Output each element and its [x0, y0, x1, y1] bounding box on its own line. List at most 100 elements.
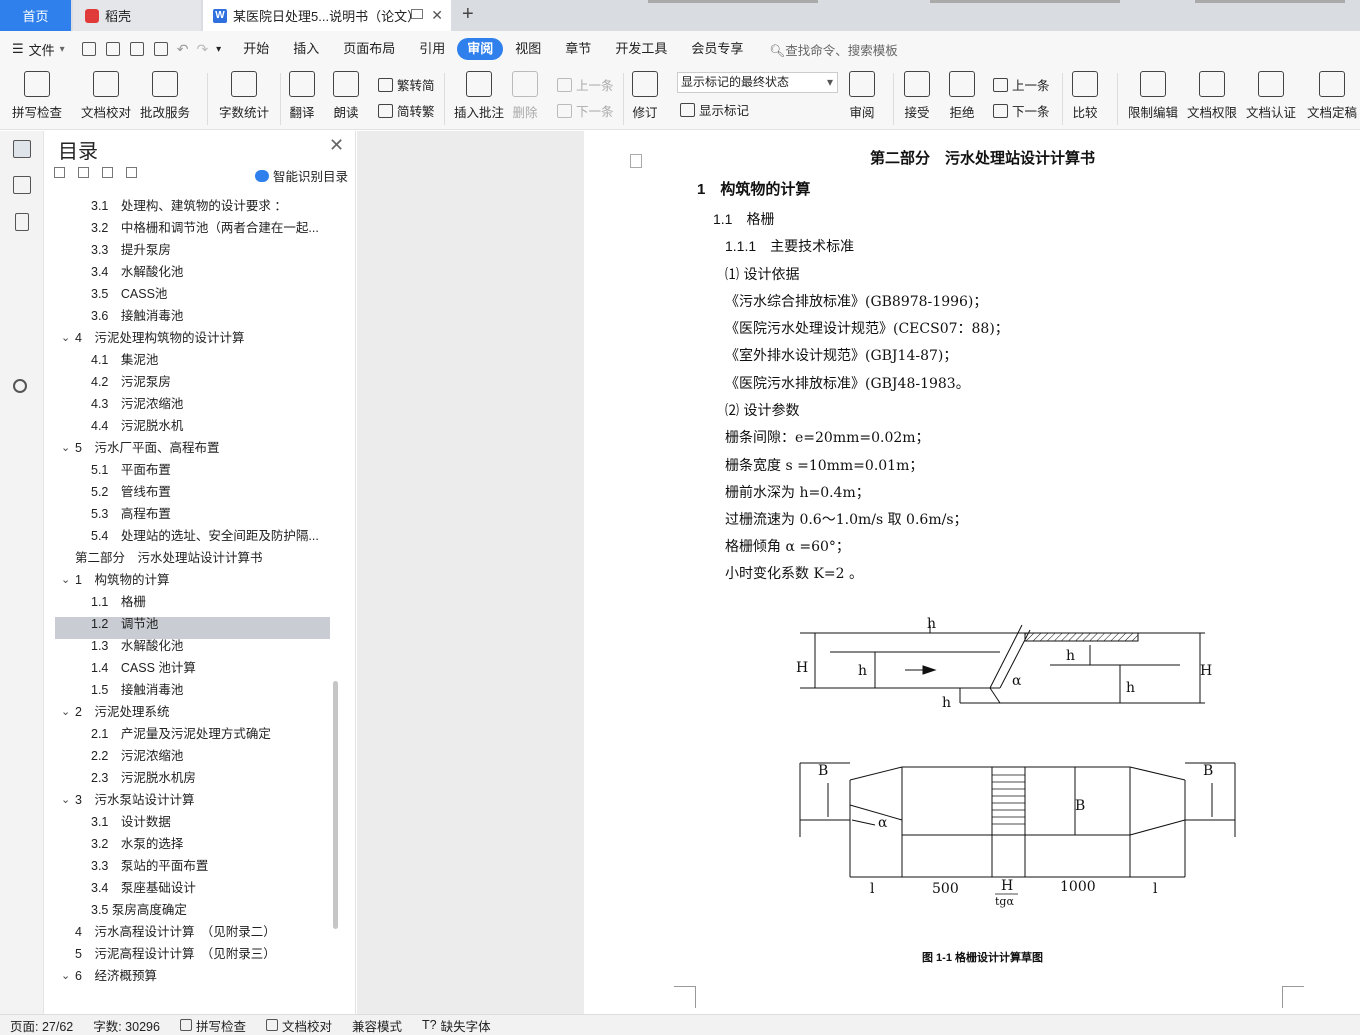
reject-button[interactable]: 拒绝 — [949, 71, 975, 121]
redo-icon[interactable]: ↷ — [196, 41, 208, 58]
chevron-down-icon[interactable]: ⌄ — [61, 789, 71, 811]
compat-mode[interactable]: 兼容模式 — [342, 1016, 412, 1035]
bookmark-icon[interactable] — [15, 213, 29, 231]
toc-item[interactable]: 5 污水厂平面、高程布置 — [75, 437, 305, 459]
expand-up-icon[interactable] — [78, 167, 89, 178]
search-icon[interactable] — [13, 379, 27, 393]
toc-item[interactable]: 3.2 水泵的选择 — [91, 833, 321, 855]
chevron-down-icon[interactable]: ⌄ — [61, 437, 71, 459]
prev-comment-button[interactable]: 上一条 — [557, 75, 614, 94]
tab-daoke[interactable]: 稻壳 — [73, 0, 201, 31]
toc-scrollbar[interactable] — [333, 681, 338, 929]
print-preview-icon[interactable] — [153, 42, 168, 56]
doc-proof-button[interactable]: 文档校对 — [81, 71, 131, 121]
add-heading-icon[interactable] — [102, 167, 113, 178]
doc-certify-button[interactable]: 文档认证 — [1246, 71, 1296, 121]
doc-finalize-button[interactable]: 文档定稿 — [1307, 71, 1357, 121]
toc-item[interactable]: 2.2 污泥浓缩池 — [91, 745, 321, 767]
toc-item[interactable]: 2.1 产泥量及污泥处理方式确定 — [91, 723, 321, 745]
insert-comment-button[interactable]: 插入批注 — [454, 71, 504, 121]
doc-proof-status[interactable]: 文档校对 — [256, 1016, 342, 1035]
toc-item[interactable]: 1.1 格栅 — [91, 591, 321, 613]
chevron-down-icon[interactable]: ⌄ — [61, 569, 71, 591]
toc-item[interactable]: 3.5 CASS池 — [91, 283, 321, 305]
remove-heading-icon[interactable] — [126, 167, 137, 178]
next-comment-button[interactable]: 下一条 — [557, 101, 614, 120]
revise-button[interactable]: 修订 — [632, 71, 658, 121]
toc-item[interactable]: 1.4 CASS 池计算 — [91, 657, 321, 679]
tab-page-layout[interactable]: 页面布局 — [331, 38, 407, 60]
toc-item[interactable]: 2 污泥处理系统 — [75, 701, 305, 723]
doc-options-icon[interactable] — [630, 154, 642, 168]
translate-button[interactable]: 翻译 — [289, 71, 315, 121]
tab-document[interactable]: W 某医院日处理5...说明书（论文） ✕ — [203, 0, 451, 31]
new-tab-plus-icon[interactable]: + — [462, 3, 474, 26]
tab-start[interactable]: 开始 — [231, 38, 281, 60]
toc-item[interactable]: 4.4 污泥脱水机 — [91, 415, 321, 437]
tab-developer[interactable]: 开发工具 — [603, 38, 679, 60]
toc-item[interactable]: 4 污水高程设计计算 （见附录二） — [75, 921, 305, 943]
export-pdf-icon[interactable] — [105, 42, 120, 56]
review-pane-button[interactable]: 审阅 — [849, 71, 875, 121]
toc-item[interactable]: 2.3 污泥脱水机房 — [91, 767, 321, 789]
save-icon[interactable] — [81, 42, 96, 56]
toc-item[interactable]: 3.4 泵座基础设计 — [91, 877, 321, 899]
toc-item[interactable]: 3.3 泵站的平面布置 — [91, 855, 321, 877]
monitor-icon[interactable] — [411, 9, 423, 19]
toc-item[interactable]: 5 污泥高程设计计算 （见附录三） — [75, 943, 305, 965]
next-change-button[interactable]: 下一条 — [993, 101, 1050, 120]
toc-item[interactable]: 6 经济概预算 — [75, 965, 305, 987]
toc-item[interactable]: 3.2 中格栅和调节池（两者合建在一起... — [91, 217, 321, 239]
collapse-all-icon[interactable] — [54, 167, 65, 178]
toc-item[interactable]: 第二部分 污水处理站设计计算书 — [75, 547, 305, 569]
toc-item[interactable]: 4.2 污泥泵房 — [91, 371, 321, 393]
tab-insert[interactable]: 插入 — [281, 38, 331, 60]
accept-button[interactable]: 接受 — [904, 71, 930, 121]
toc-item[interactable]: 3.1 设计数据 — [91, 811, 321, 833]
toc-item[interactable]: 1.2 调节池 — [91, 613, 321, 635]
smart-toc-button[interactable]: 智能识别目录 — [255, 166, 348, 185]
close-icon[interactable]: ✕ — [431, 7, 443, 24]
doc-permission-button[interactable]: 文档权限 — [1187, 71, 1237, 121]
correction-service-button[interactable]: 批改服务 — [140, 71, 190, 121]
toc-panel-icon[interactable] — [13, 140, 31, 158]
word-count-button[interactable]: 字数统计 — [219, 71, 269, 121]
markup-state-select[interactable]: 显示标记的最终状态 — [677, 72, 838, 93]
tab-review[interactable]: 审阅 — [457, 38, 504, 60]
toc-item[interactable]: 5.3 高程布置 — [91, 503, 321, 525]
toc-item[interactable]: 1.5 接触消毒池 — [91, 679, 321, 701]
read-aloud-button[interactable]: 朗读 — [333, 71, 359, 121]
toc-item[interactable]: 3.1 处理构、建筑物的设计要求 ： — [91, 195, 321, 217]
toc-item[interactable]: 5.2 管线布置 — [91, 481, 321, 503]
tab-chapter[interactable]: 章节 — [553, 38, 603, 60]
undo-icon[interactable]: ↶ — [177, 41, 189, 58]
simp-to-trad-button[interactable]: 简转繁 — [378, 101, 435, 120]
tab-member[interactable]: 会员专享 — [679, 38, 755, 60]
restrict-edit-button[interactable]: 限制编辑 — [1128, 71, 1178, 121]
spell-check-button[interactable]: 拼写检查 — [12, 71, 62, 121]
toc-item[interactable]: 1 构筑物的计算 — [75, 569, 305, 591]
page-indicator[interactable]: 页面: 27/62 — [0, 1016, 83, 1035]
prev-change-button[interactable]: 上一条 — [993, 75, 1050, 94]
missing-font[interactable]: T? 缺失字体 — [412, 1016, 501, 1035]
spell-check-status[interactable]: 拼写检查 — [170, 1016, 256, 1035]
toc-item[interactable]: 3.6 接触消毒池 — [91, 305, 321, 327]
toc-item[interactable]: 1.3 水解酸化池 — [91, 635, 321, 657]
toc-item[interactable]: 3 污水泵站设计计算 — [75, 789, 305, 811]
toc-item[interactable]: 4 污泥处理构筑物的设计计算 — [75, 327, 305, 349]
customize-arrow-icon[interactable]: ▾ — [216, 44, 221, 55]
show-markup-button[interactable]: 显示标记 — [680, 100, 749, 119]
file-menu[interactable]: ☰ 文件 ▾ — [0, 40, 77, 59]
toc-item[interactable]: 5.4 处理站的选址、安全间距及防护隔... — [91, 525, 321, 547]
toc-item[interactable]: 3.4 水解酸化池 — [91, 261, 321, 283]
toc-item[interactable]: 5.1 平面布置 — [91, 459, 321, 481]
print-icon[interactable] — [129, 42, 144, 56]
compare-button[interactable]: 比较 — [1072, 71, 1098, 121]
tab-view[interactable]: 视图 — [503, 38, 553, 60]
command-search[interactable]: 🔍︎查找命令、搜索模板 — [755, 40, 897, 59]
tab-home[interactable]: 首页 — [0, 0, 71, 31]
trad-to-simp-button[interactable]: 繁转简 — [378, 75, 435, 94]
word-count-status[interactable]: 字数: 30296 — [83, 1016, 170, 1035]
chevron-down-icon[interactable]: ⌄ — [61, 701, 71, 723]
toc-item[interactable]: 3.5 泵房高度确定 — [91, 899, 321, 921]
